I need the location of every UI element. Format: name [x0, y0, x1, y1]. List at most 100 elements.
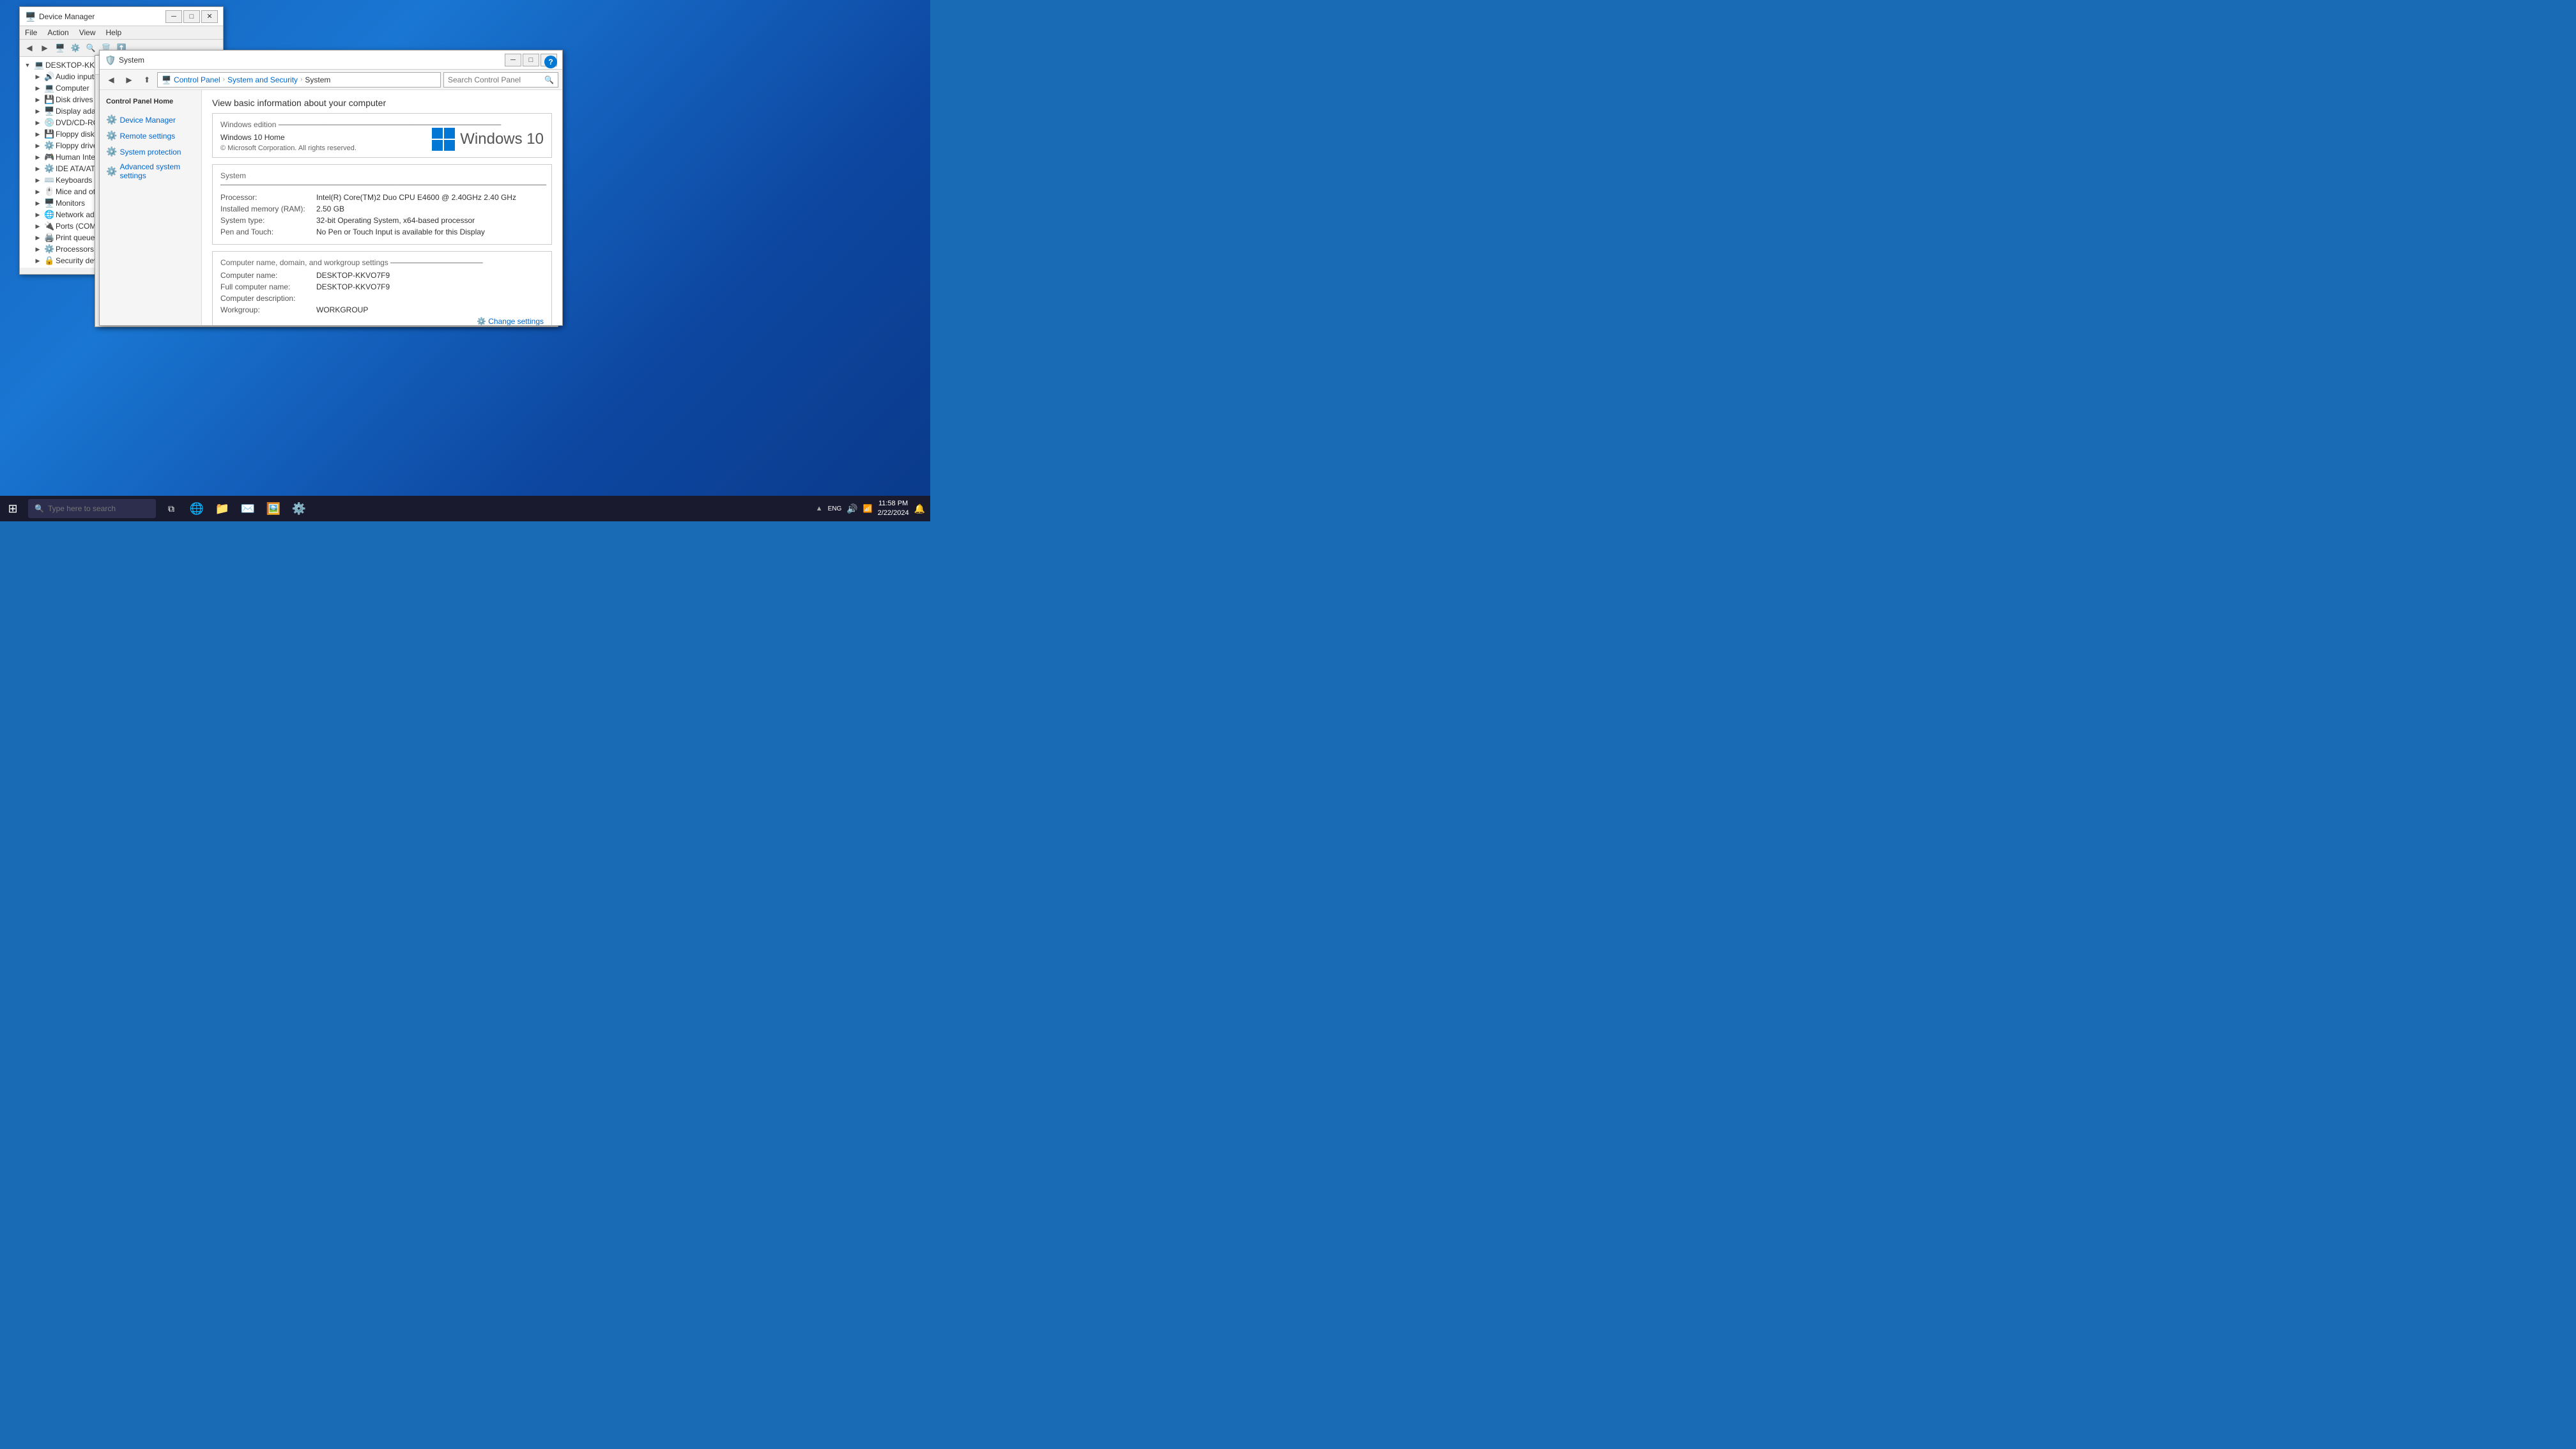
breadcrumb-sep2: › — [300, 76, 302, 83]
toolbar-forward[interactable]: ▶ — [38, 41, 52, 55]
notification-icon[interactable]: 🔔 — [914, 503, 925, 514]
nav-up[interactable]: ⬆ — [139, 72, 155, 88]
system-body: Control Panel Home ⚙️ Device Manager ⚙️ … — [100, 90, 562, 325]
item-expander-1: ▶ — [33, 83, 43, 93]
nav-back[interactable]: ◀ — [103, 72, 119, 88]
device-manager-title-icon: 🖥️ — [25, 12, 35, 22]
taskbar-clock[interactable]: 11:58 PM 2/22/2024 — [878, 499, 909, 519]
system-titlebar: 🛡️ System ─ □ ✕ — [100, 50, 562, 70]
pen-label: Pen and Touch: — [220, 227, 316, 236]
system-type-label: System type: — [220, 216, 316, 225]
device-manager-menu: File Action View Help — [20, 26, 223, 40]
photos-taskbar[interactable]: 🖼️ — [261, 496, 286, 521]
edge-taskbar[interactable]: 🌐 — [184, 496, 210, 521]
windows-logo: Windows 10 — [432, 128, 544, 151]
toolbar-properties[interactable]: ⚙️ — [68, 41, 82, 55]
change-settings-link[interactable]: ⚙️ Change settings — [477, 317, 544, 325]
start-button[interactable]: ⊞ — [0, 496, 26, 521]
minimize-button[interactable]: ─ — [165, 10, 182, 23]
item-label-15: Processors — [56, 245, 94, 254]
taskbar-search[interactable]: 🔍 — [28, 499, 156, 518]
item-icon-1: 💻 — [44, 83, 54, 93]
workgroup-row: Workgroup: WORKGROUP — [220, 305, 544, 314]
item-icon-0: 🔊 — [44, 72, 54, 82]
item-expander-16: ▶ — [33, 256, 43, 266]
sidebar-title: Control Panel Home — [102, 95, 199, 108]
menu-help[interactable]: Help — [101, 26, 127, 39]
nav-breadcrumb[interactable]: 🖥️ Control Panel › System and Security ›… — [157, 72, 441, 88]
system-maximize[interactable]: □ — [523, 54, 539, 66]
fcn-label: Full computer name: — [220, 282, 316, 291]
win-edition-name: Windows 10 Home — [220, 133, 356, 142]
system-protection-icon: ⚙️ — [106, 146, 117, 157]
item-expander-15: ▶ — [33, 244, 43, 254]
taskbar: ⊞ 🔍 ⧉ 🌐 📁 ✉️ 🖼️ ⚙️ ▲ ENG 🔊 📶 11:58 PM 2/… — [0, 496, 930, 521]
item-icon-7: 🎮 — [44, 152, 54, 162]
processor-row: Processor: Intel(R) Core(TM)2 Duo CPU E4… — [220, 193, 544, 202]
pen-value: No Pen or Touch Input is available for t… — [316, 227, 485, 236]
close-button[interactable]: ✕ — [201, 10, 218, 23]
item-icon-4: 💿 — [44, 118, 54, 128]
item-expander-13: ▶ — [33, 221, 43, 231]
item-icon-5: 💾 — [44, 129, 54, 139]
toolbar-scan[interactable]: 🔍 — [84, 41, 98, 55]
win-copyright: © Microsoft Corporation. All rights rese… — [220, 144, 356, 152]
system-title-text: System — [119, 56, 505, 65]
ram-row: Installed memory (RAM): 2.50 GB — [220, 204, 544, 213]
network-icon[interactable]: 📶 — [863, 504, 873, 513]
sidebar-remote-settings[interactable]: ⚙️ Remote settings — [102, 128, 199, 144]
nav-search[interactable]: 🔍 — [443, 72, 558, 88]
menu-view[interactable]: View — [74, 26, 101, 39]
desc-label: Computer description: — [220, 294, 316, 303]
logo-pane-3 — [432, 140, 443, 151]
menu-file[interactable]: File — [20, 26, 42, 39]
logo-pane-2 — [444, 128, 455, 139]
explorer-taskbar[interactable]: 📁 — [210, 496, 235, 521]
toolbar-computer[interactable]: 🖥️ — [53, 41, 67, 55]
settings-taskbar[interactable]: ⚙️ — [286, 496, 312, 521]
breadcrumb-security[interactable]: System and Security — [227, 75, 298, 84]
search-input[interactable] — [448, 75, 544, 84]
menu-action[interactable]: Action — [42, 26, 73, 39]
change-settings-icon: ⚙️ — [477, 317, 486, 325]
breadcrumb-sep1: › — [223, 76, 225, 83]
sidebar-device-manager[interactable]: ⚙️ Device Manager — [102, 112, 199, 128]
item-expander-6: ▶ — [33, 141, 43, 151]
ram-value: 2.50 GB — [316, 204, 344, 213]
sidebar-device-manager-label: Device Manager — [119, 116, 175, 125]
advanced-settings-icon: ⚙️ — [106, 166, 117, 177]
win10-text: Windows 10 — [460, 130, 544, 148]
sidebar-advanced-settings[interactable]: ⚙️ Advanced system settings — [102, 160, 199, 183]
device-manager-title: Device Manager — [39, 12, 165, 21]
fcn-value: DESKTOP-KKVO7F9 — [316, 282, 390, 291]
nav-forward[interactable]: ▶ — [121, 72, 137, 88]
processor-value: Intel(R) Core(TM)2 Duo CPU E4600 @ 2.40G… — [316, 193, 516, 202]
ram-label: Installed memory (RAM): — [220, 204, 316, 213]
system-minimize[interactable]: ─ — [505, 54, 521, 66]
system-info-section: System ─────────────────────────────────… — [212, 164, 552, 245]
item-expander-0: ▶ — [33, 72, 43, 82]
pen-row: Pen and Touch: No Pen or Touch Input is … — [220, 227, 544, 236]
item-icon-14: 🖨️ — [44, 233, 54, 243]
maximize-button[interactable]: □ — [183, 10, 200, 23]
remote-settings-icon: ⚙️ — [106, 130, 117, 141]
keyboard-indicator: ENG — [828, 505, 842, 512]
cn-label: Computer name: — [220, 271, 316, 280]
wg-label: Workgroup: — [220, 305, 316, 314]
item-expander-4: ▶ — [33, 118, 43, 128]
sidebar-system-protection[interactable]: ⚙️ System protection — [102, 144, 199, 160]
logo-pane-4 — [444, 140, 455, 151]
task-view-button[interactable]: ⧉ — [158, 496, 184, 521]
taskbar-search-input[interactable] — [48, 504, 150, 513]
mail-taskbar[interactable]: ✉️ — [235, 496, 261, 521]
toolbar-back[interactable]: ◀ — [22, 41, 36, 55]
volume-icon[interactable]: 🔊 — [847, 503, 857, 514]
computer-name-header: Computer name, domain, and workgroup set… — [220, 258, 544, 267]
breadcrumb-cp[interactable]: Control Panel — [174, 75, 220, 84]
item-expander-8: ▶ — [33, 164, 43, 174]
item-expander-17: ▶ — [33, 267, 43, 268]
item-expander-12: ▶ — [33, 210, 43, 220]
sidebar-advanced-label: Advanced system settings — [119, 162, 195, 180]
device-manager-titlebar: 🖥️ Device Manager ─ □ ✕ — [20, 7, 223, 26]
device-manager-link-icon: ⚙️ — [106, 114, 117, 125]
